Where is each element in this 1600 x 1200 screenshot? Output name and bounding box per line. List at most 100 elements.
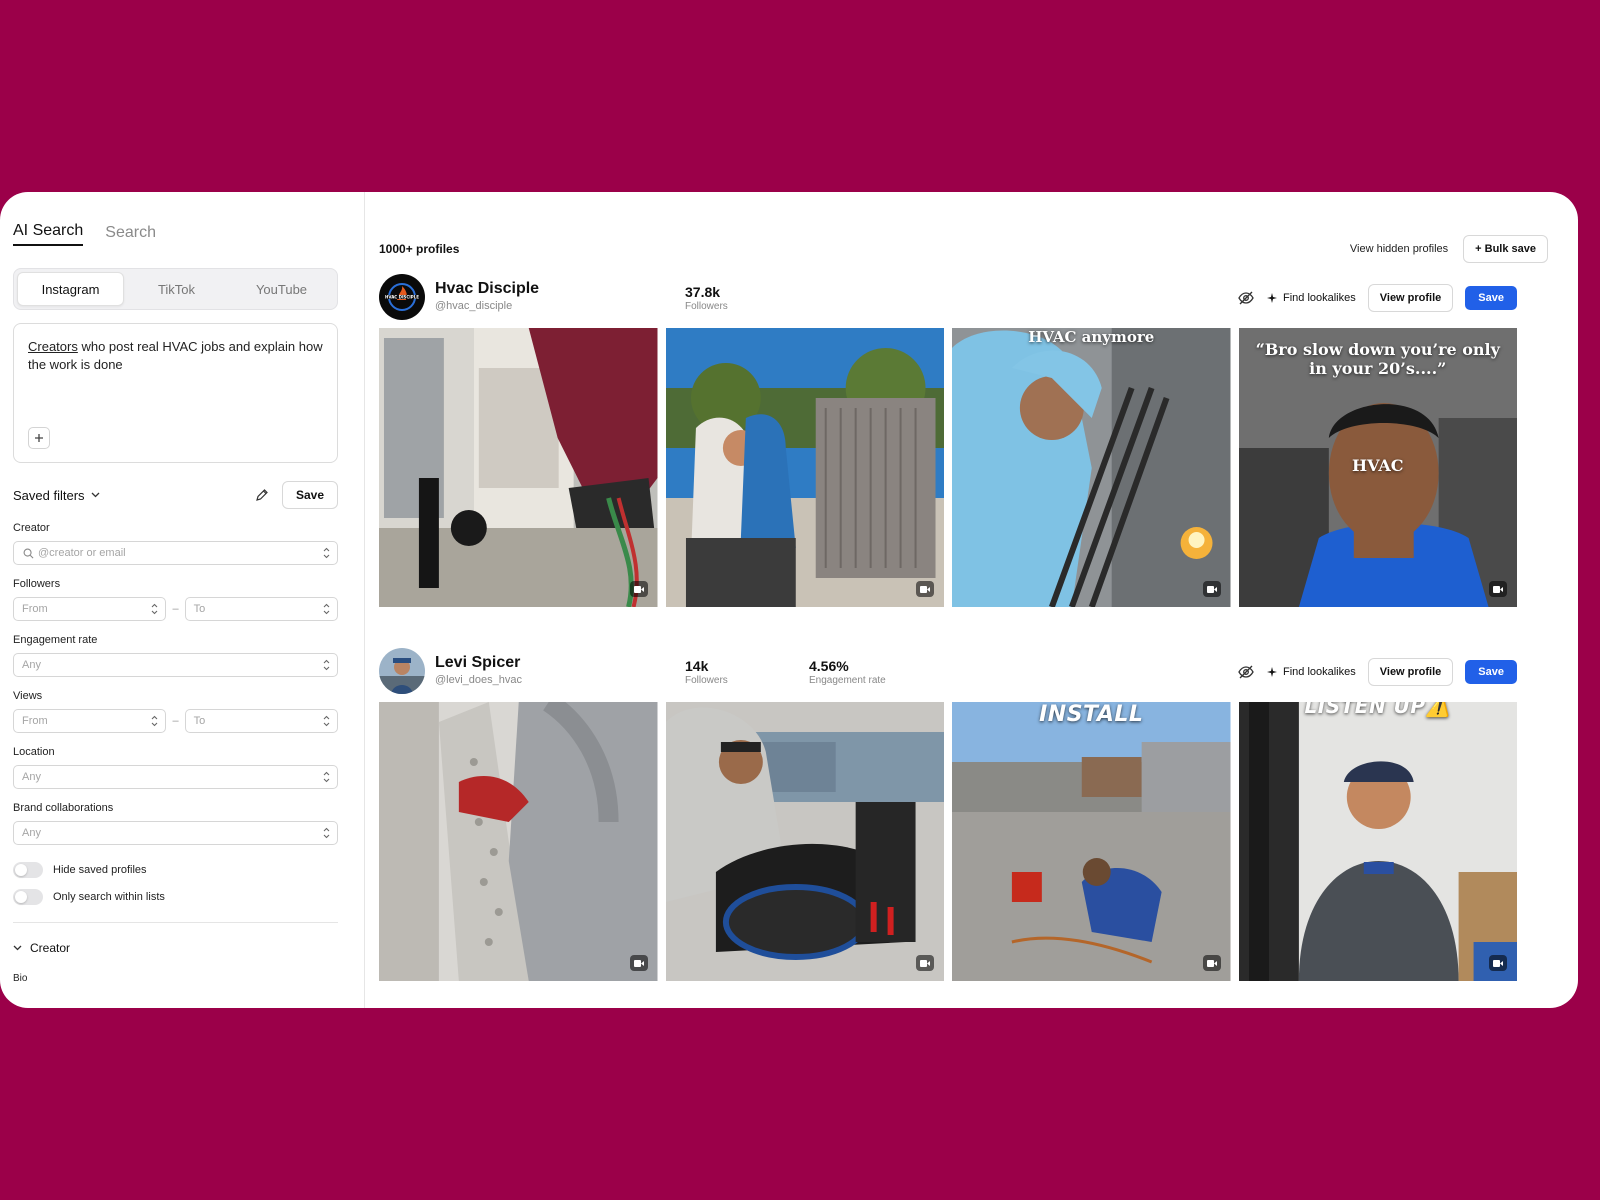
divider bbox=[13, 922, 338, 923]
post-thumbnail[interactable] bbox=[379, 328, 658, 607]
ai-prompt-text: Creators who post real HVAC jobs and exp… bbox=[28, 338, 323, 374]
brand-filter-label: Brand collaborations bbox=[13, 802, 114, 814]
save-profile-button[interactable]: Save bbox=[1465, 660, 1517, 684]
post-thumbnail[interactable] bbox=[379, 702, 658, 981]
updown-icon bbox=[323, 659, 330, 671]
profile-header: Levi Spicer @levi_does_hvac 14k Follower… bbox=[379, 648, 1517, 700]
save-profile-button[interactable]: Save bbox=[1465, 286, 1517, 310]
view-profile-button[interactable]: View profile bbox=[1367, 658, 1454, 686]
creator-section-toggle[interactable]: Creator bbox=[13, 941, 338, 955]
view-profile-button[interactable]: View profile bbox=[1367, 284, 1454, 312]
creator-search-input[interactable]: @creator or email bbox=[13, 541, 338, 565]
updown-icon bbox=[323, 771, 330, 783]
post-thumbnail[interactable]: LISTEN UP⚠️ bbox=[1238, 702, 1517, 981]
followers-from-select[interactable]: From bbox=[13, 597, 167, 621]
bulk-save-button[interactable]: + Bulk save bbox=[1463, 235, 1548, 263]
post-thumbnail[interactable]: HVAC anymore bbox=[952, 328, 1231, 607]
platform-youtube[interactable]: YouTube bbox=[229, 272, 334, 306]
video-icon bbox=[1489, 581, 1507, 597]
post-thumbnail[interactable]: “Bro slow down you’re only in your 20’s.… bbox=[1238, 328, 1517, 607]
hide-profile-icon[interactable] bbox=[1237, 663, 1255, 681]
engagement-label: Engagement rate bbox=[809, 675, 886, 686]
video-icon bbox=[629, 955, 648, 971]
only-lists-toggle[interactable] bbox=[13, 889, 43, 905]
bio-label: Bio bbox=[13, 973, 28, 984]
post-thumbnail[interactable] bbox=[665, 702, 944, 981]
video-icon bbox=[1489, 955, 1507, 971]
saved-filters-row: Saved filters Save bbox=[13, 481, 338, 509]
save-filters-button[interactable]: Save bbox=[281, 481, 338, 509]
updown-icon bbox=[323, 547, 330, 559]
location-select[interactable]: Any bbox=[13, 765, 338, 789]
profile-name[interactable]: Hvac Disciple bbox=[435, 280, 539, 298]
profile-handle: @hvac_disciple bbox=[435, 300, 513, 312]
platform-instagram[interactable]: Instagram bbox=[17, 272, 124, 306]
engagement-value: 4.56% bbox=[809, 658, 849, 674]
prompt-keyword: Creators bbox=[28, 339, 78, 354]
tab-ai-search[interactable]: AI Search bbox=[13, 222, 84, 246]
saved-filters-dropdown[interactable]: Saved filters bbox=[13, 488, 100, 503]
engagement-select[interactable]: Any bbox=[13, 653, 338, 677]
followers-label: Followers bbox=[685, 301, 728, 312]
profile-name[interactable]: Levi Spicer bbox=[435, 654, 520, 672]
only-lists-label: Only search within lists bbox=[53, 891, 165, 903]
results-panel: 1000+ profiles View hidden profiles + Bu… bbox=[365, 192, 1578, 1008]
video-icon bbox=[916, 955, 934, 971]
platform-tiktok[interactable]: TikTok bbox=[124, 272, 229, 306]
avatar[interactable]: HVAC DISCIPLE bbox=[379, 274, 425, 320]
followers-stat: 37.8k Followers bbox=[685, 284, 728, 312]
find-lookalikes-label: Find lookalikes bbox=[1282, 666, 1356, 678]
updown-icon bbox=[323, 715, 330, 727]
chevron-down-icon bbox=[91, 492, 100, 498]
updown-icon bbox=[323, 827, 330, 839]
post-thumbnail[interactable]: INSTALL bbox=[952, 702, 1231, 981]
views-from-placeholder: From bbox=[22, 715, 48, 727]
post-thumbnail[interactable] bbox=[665, 328, 944, 607]
video-icon bbox=[1202, 581, 1221, 597]
profile-actions: Find lookalikes View profile Save bbox=[1237, 658, 1517, 686]
edit-pencil-icon[interactable] bbox=[254, 487, 270, 503]
engagement-filter-label: Engagement rate bbox=[13, 634, 98, 646]
plus-icon bbox=[35, 434, 43, 442]
followers-value: 37.8k bbox=[685, 284, 721, 300]
followers-stat: 14k Followers bbox=[685, 658, 728, 686]
thumb-caption: “Bro slow down you’re only in your 20’s.… bbox=[1255, 340, 1500, 378]
updown-icon bbox=[323, 603, 330, 615]
views-filter-label: Views bbox=[13, 690, 43, 702]
results-actions: View hidden profiles + Bulk save bbox=[1350, 235, 1548, 263]
profile-card: HVAC DISCIPLE Hvac Disciple @hvac_discip… bbox=[379, 274, 1517, 607]
app-window: AI Search Search Instagram TikTok YouTub… bbox=[0, 192, 1578, 1008]
views-to-select[interactable]: To bbox=[184, 709, 338, 733]
ai-prompt-input[interactable]: Creators who post real HVAC jobs and exp… bbox=[13, 323, 338, 463]
views-from-select[interactable]: From bbox=[13, 709, 167, 733]
views-range: From – To bbox=[13, 709, 338, 733]
thumb-caption: HVAC anymore bbox=[1028, 328, 1155, 346]
find-lookalikes-button[interactable]: Find lookalikes bbox=[1266, 292, 1356, 304]
thumb-caption-secondary: HVAC bbox=[1352, 456, 1404, 475]
video-icon bbox=[1202, 955, 1221, 971]
brand-select[interactable]: Any bbox=[13, 821, 338, 845]
followers-to-select[interactable]: To bbox=[184, 597, 338, 621]
followers-filter-label: Followers bbox=[13, 578, 61, 590]
post-thumbnails: HVAC anymore “Bro slow down you’re only bbox=[379, 328, 1517, 607]
followers-value: 14k bbox=[685, 658, 709, 674]
hide-saved-toggle[interactable] bbox=[13, 862, 43, 878]
find-lookalikes-button[interactable]: Find lookalikes bbox=[1266, 666, 1356, 678]
profile-header: HVAC DISCIPLE Hvac Disciple @hvac_discip… bbox=[379, 274, 1517, 326]
tab-search[interactable]: Search bbox=[105, 224, 156, 246]
range-dash: – bbox=[172, 715, 179, 727]
followers-from-placeholder: From bbox=[22, 603, 48, 615]
post-thumbnails: INSTALL LISTEN UP⚠️ bbox=[379, 702, 1517, 981]
add-attachment-button[interactable] bbox=[28, 427, 50, 449]
search-mode-tabs: AI Search Search bbox=[13, 218, 338, 246]
location-filter-label: Location bbox=[13, 746, 55, 758]
updown-icon bbox=[152, 603, 158, 615]
saved-filters-actions: Save bbox=[254, 481, 338, 509]
avatar[interactable] bbox=[379, 648, 425, 694]
hide-profile-icon[interactable] bbox=[1237, 289, 1255, 307]
location-value: Any bbox=[22, 771, 41, 783]
only-lists-row: Only search within lists bbox=[13, 889, 338, 905]
views-to-placeholder: To bbox=[193, 715, 206, 727]
creator-search-placeholder: @creator or email bbox=[38, 547, 126, 559]
view-hidden-profiles-link[interactable]: View hidden profiles bbox=[1350, 243, 1448, 255]
